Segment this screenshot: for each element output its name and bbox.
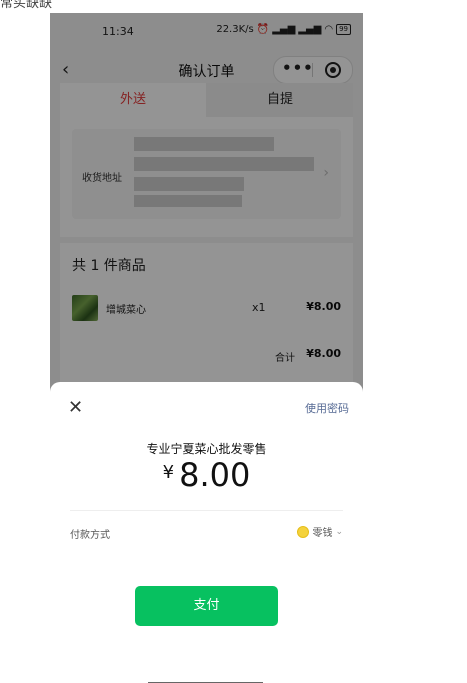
amount-value: 8.00 xyxy=(179,456,251,494)
merchant-name: 专业宁夏菜心批发零售 xyxy=(146,442,267,456)
coin-icon xyxy=(297,525,310,538)
top-fragment-text: 常买缺缺 xyxy=(0,0,53,11)
payment-method-label: 付款方式 xyxy=(70,530,110,541)
use-password-link[interactable]: 使用密码 xyxy=(305,400,349,416)
pay-button[interactable]: 支付 xyxy=(135,586,278,626)
chevron-down-icon: ⌄ xyxy=(335,526,343,537)
close-icon[interactable]: ✕ xyxy=(68,398,83,418)
payment-method-value: 零钱 xyxy=(312,528,333,539)
currency-symbol: ¥ xyxy=(162,462,175,483)
payment-sheet: ✕ 使用密码 专业宁夏菜心批发零售 ¥ 8.00 付款方式 零钱 ⌄ 支付 xyxy=(50,382,363,683)
payment-method-selector[interactable]: 零钱 ⌄ xyxy=(297,524,343,539)
divider xyxy=(70,510,343,511)
payment-amount: ¥ 8.00 xyxy=(50,456,363,494)
top-fragment: 常买缺缺 xyxy=(0,0,100,14)
